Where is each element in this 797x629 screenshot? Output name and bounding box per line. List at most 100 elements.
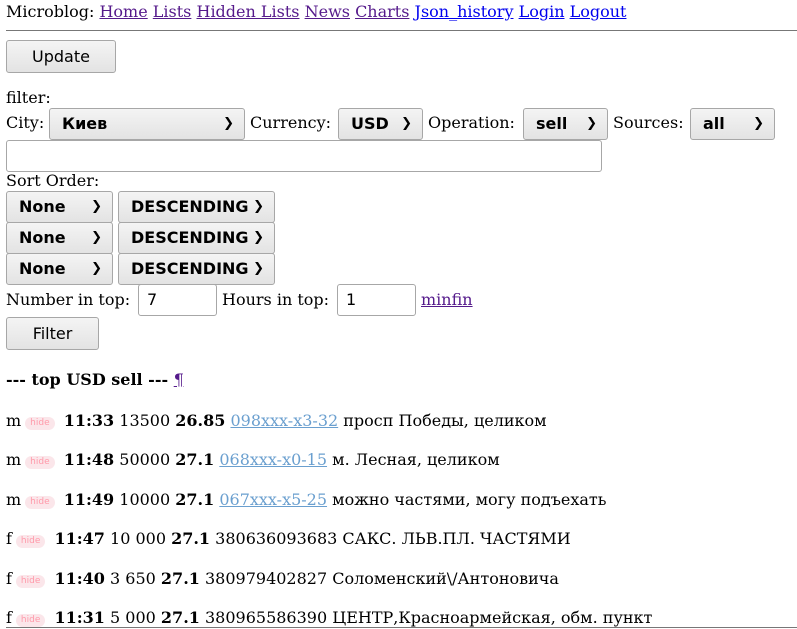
operation-select[interactable]: sell ❯ [523,108,608,140]
filter-button[interactable]: Filter [6,317,99,350]
sort-direction-value: DESCENDING [131,228,249,247]
nav-link-logout[interactable]: Logout [570,2,627,21]
city-label: City: [6,113,45,132]
hours-in-top-input[interactable]: 1 [337,284,416,316]
currency-select[interactable]: USD ❯ [338,108,423,140]
currency-select-value: USD [351,114,389,133]
entry-rate: 26.85 [175,411,226,430]
minfin-link[interactable]: minfin [421,290,473,310]
chevron-down-icon: ❯ [401,116,412,131]
hide-button[interactable]: hide [15,614,46,627]
nav-divider [6,30,797,31]
sort-field-value: None [19,259,66,278]
sort-field-select-1[interactable]: None ❯ [6,191,113,223]
permalink-anchor[interactable]: ¶ [174,370,184,389]
entry-time: 11:47 [54,529,105,548]
entry-time: 11:40 [54,569,105,588]
currency-label: Currency: [250,113,332,132]
city-select[interactable]: Киев ❯ [49,108,245,140]
list-item: f hide 11:40 3 650 27.1 380979402827 Соло… [6,569,559,589]
operation-label: Operation: [428,113,515,132]
entry-phone: 380636093683 [215,529,338,548]
entry-phone: 380965586390 [204,608,328,627]
chevron-down-icon: ❯ [253,230,264,245]
sort-order-label: Sort Order: [6,171,100,190]
nav-link-lists[interactable]: Lists [153,2,192,21]
list-item: m hide 11:33 13500 26.85 098xxx-x3-32 про… [6,411,547,431]
entry-time: 11:48 [63,450,115,469]
sort-direction-select-2[interactable]: DESCENDING ❯ [118,222,275,254]
nav-link-home[interactable]: Home [99,2,147,21]
sources-label: Sources: [613,113,684,132]
result-header: --- top USD sell --- ¶ [6,370,184,389]
hide-button[interactable]: hide [25,496,55,509]
number-in-top-label: Number in top: [6,290,131,309]
chevron-down-icon: ❯ [91,230,102,245]
entry-rate: 27.1 [171,529,211,548]
entry-rate: 27.1 [160,608,200,627]
entry-amount: 50000 [119,450,171,469]
chevron-down-icon: ❯ [586,116,597,131]
entry-phone-link[interactable]: 067xxx-x5-25 [219,490,327,509]
entry-amount: 5 000 [110,608,156,627]
update-button[interactable]: Update [6,40,116,73]
chevron-down-icon: ❯ [253,261,264,276]
sort-direction-select-3[interactable]: DESCENDING ❯ [118,253,275,285]
entry-phone-link[interactable]: 068xxx-x0-15 [219,450,327,469]
hide-button[interactable]: hide [15,575,46,588]
entry-flag: f [6,569,12,588]
brand-label: Microblog: [6,2,95,21]
chevron-down-icon: ❯ [91,199,102,214]
sort-field-value: None [19,228,66,247]
number-in-top-input[interactable]: 7 [138,284,217,316]
chevron-down-icon: ❯ [223,116,234,131]
entry-amount: 10 000 [110,529,166,548]
sort-field-select-3[interactable]: None ❯ [6,253,113,285]
sort-direction-value: DESCENDING [131,259,249,278]
sort-field-value: None [19,197,66,216]
sources-select-value: all [703,114,725,133]
sort-field-select-2[interactable]: None ❯ [6,222,113,254]
hide-button[interactable]: hide [15,535,46,548]
bottom-divider [6,627,797,628]
entry-note: просп Победы, целиком [343,411,547,430]
hours-in-top-label: Hours in top: [222,290,330,309]
entry-time: 11:33 [63,411,115,430]
entry-rate: 27.1 [175,450,215,469]
entry-flag: m [6,411,22,430]
operation-select-value: sell [536,114,568,133]
sources-select[interactable]: all ❯ [690,108,775,140]
nav-link-login[interactable]: Login [519,2,565,21]
chevron-down-icon: ❯ [91,261,102,276]
entry-time: 11:31 [54,608,105,627]
chevron-down-icon: ❯ [253,199,264,214]
entry-note: м. Лесная, целиком [332,450,500,469]
entry-time: 11:49 [63,490,115,509]
text-filter-input[interactable] [6,140,602,172]
entry-flag: f [6,608,12,627]
nav-link-charts[interactable]: Charts [355,2,409,21]
entry-note: можно частями, могу подъехать [332,490,607,509]
entry-flag: m [6,490,22,509]
entry-note: ЦЕНТР,Красноармейская, обм. пункт [332,608,653,627]
sort-direction-select-1[interactable]: DESCENDING ❯ [118,191,275,223]
entry-note: Соломенский\/Антоновича [332,569,559,588]
entry-phone-link[interactable]: 098xxx-x3-32 [230,411,338,430]
list-item: f hide 11:31 5 000 27.1 380965586390 ЦЕНТ… [6,608,652,628]
hide-button[interactable]: hide [25,417,55,430]
entry-amount: 13500 [119,411,171,430]
entry-amount: 3 650 [110,569,156,588]
nav-link-hidden-lists[interactable]: Hidden Lists [196,2,299,21]
result-header-text: --- top USD sell --- [6,370,169,389]
entry-flag: f [6,529,12,548]
list-item: m hide 11:49 10000 27.1 067xxx-x5-25 можн… [6,490,607,510]
list-item: f hide 11:47 10 000 27.1 380636093683 САК… [6,529,571,549]
hide-button[interactable]: hide [25,456,55,469]
sort-direction-value: DESCENDING [131,197,249,216]
entry-flag: m [6,450,22,469]
nav-link-news[interactable]: News [305,2,350,21]
entry-rate: 27.1 [175,490,215,509]
chevron-down-icon: ❯ [753,116,764,131]
nav-link-json-history[interactable]: Json_history [415,2,514,21]
entry-note: САКС. ЛЬВ.ПЛ. ЧАСТЯМИ [342,529,571,548]
